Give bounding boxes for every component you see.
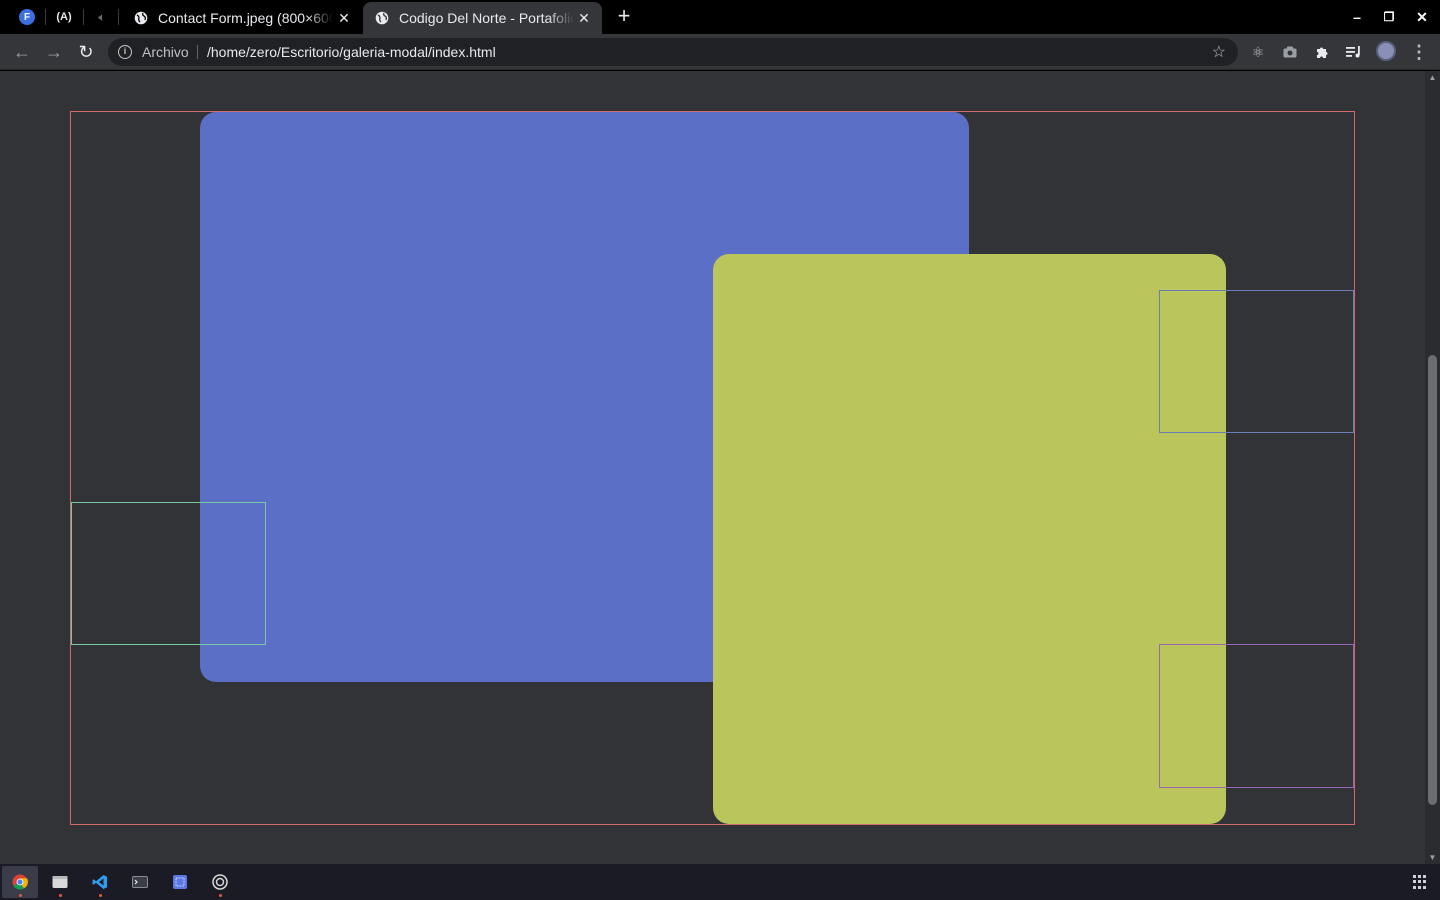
forward-button[interactable]: → xyxy=(42,40,66,64)
running-indicator xyxy=(19,894,22,897)
scheme-label: Archivo xyxy=(142,44,189,60)
pinned-tab-reactive[interactable]: (A) xyxy=(52,6,76,28)
tab-separator xyxy=(83,9,84,25)
media-controls-icon[interactable] xyxy=(1344,42,1364,62)
taskbar-app-screenshot-tool[interactable] xyxy=(162,866,198,898)
reload-button[interactable]: ↻ xyxy=(74,40,98,64)
address-bar[interactable]: i Archivo /home/zero/Escritorio/galeria-… xyxy=(108,38,1238,66)
taskbar-app-terminal[interactable] xyxy=(122,866,158,898)
pinned-tab-facebook[interactable]: F xyxy=(15,6,39,28)
browser-toolbar: ← → ↻ i Archivo /home/zero/Escritorio/ga… xyxy=(0,34,1440,70)
muted-audio-icon: 🔈︎ xyxy=(98,9,106,24)
vertical-scrollbar[interactable]: ▲ ▼ xyxy=(1425,71,1440,864)
os-taskbar xyxy=(0,864,1440,900)
tab-contact-form[interactable]: Contact Form.jpeg (800×600) ✕ xyxy=(122,2,362,34)
app-grid-icon[interactable] xyxy=(1413,875,1427,889)
chrome-icon xyxy=(12,874,28,890)
globe-icon xyxy=(375,11,389,25)
screenshot-tool-icon xyxy=(173,875,187,889)
scroll-down-arrow-icon[interactable]: ▼ xyxy=(1428,853,1437,862)
tab-codigo-del-norte[interactable]: Codigo Del Norte - Portafolio ✕ xyxy=(363,2,602,34)
close-tab-icon[interactable]: ✕ xyxy=(336,10,352,26)
running-indicator xyxy=(59,894,62,897)
camera-icon[interactable] xyxy=(1280,42,1300,62)
profile-avatar[interactable] xyxy=(1376,41,1396,61)
tab-title: Codigo Del Norte - Portafolio xyxy=(399,10,574,26)
obs-icon xyxy=(212,874,228,890)
vscode-icon xyxy=(92,875,107,889)
address-separator xyxy=(197,45,198,59)
tab-separator xyxy=(45,9,46,25)
gallery-card-green[interactable] xyxy=(713,254,1226,824)
close-tab-icon[interactable]: ✕ xyxy=(576,10,592,26)
taskbar-app-obs[interactable] xyxy=(202,866,238,898)
scrollbar-thumb[interactable] xyxy=(1428,355,1437,805)
facebook-icon: F xyxy=(19,9,35,25)
back-button[interactable]: ← xyxy=(10,40,34,64)
running-indicator xyxy=(219,894,222,897)
puzzle-extensions-icon[interactable] xyxy=(1312,42,1332,62)
browser-menu-icon[interactable]: ⋮ xyxy=(1410,40,1428,64)
folder-icon xyxy=(52,876,68,888)
taskbar-app-files[interactable] xyxy=(42,866,78,898)
scroll-up-arrow-icon[interactable]: ▲ xyxy=(1428,73,1437,82)
globe-icon xyxy=(134,11,148,25)
terminal-icon xyxy=(132,876,148,888)
tab-title: Contact Form.jpeg (800×600) xyxy=(158,10,333,26)
maximize-button[interactable]: ❐ xyxy=(1377,6,1401,28)
new-tab-button[interactable]: + xyxy=(612,4,636,28)
close-window-button[interactable]: ✕ xyxy=(1410,6,1434,28)
pinned-tab-muted[interactable]: 🔈︎ xyxy=(90,6,114,28)
page-viewport xyxy=(0,71,1425,864)
taskbar-app-chrome[interactable] xyxy=(2,866,38,898)
running-indicator xyxy=(99,894,102,897)
tab-separator xyxy=(118,9,119,25)
url-text[interactable]: /home/zero/Escritorio/galeria-modal/inde… xyxy=(207,44,496,60)
gallery-placeholder-box xyxy=(71,502,266,645)
tab-strip: F (A) 🔈︎ Contact Form.jpeg (800×600) ✕ C… xyxy=(0,0,1440,34)
site-info-icon[interactable]: i xyxy=(118,45,132,59)
reactive-icon: (A) xyxy=(56,11,72,23)
react-devtools-icon[interactable]: ⚛ xyxy=(1248,42,1268,62)
gallery-placeholder-box xyxy=(1159,290,1354,433)
bookmark-star-icon[interactable]: ☆ xyxy=(1212,42,1226,62)
gallery-placeholder-box xyxy=(1159,644,1354,788)
taskbar-app-vscode[interactable] xyxy=(82,866,118,898)
minimize-button[interactable]: – xyxy=(1345,6,1369,28)
